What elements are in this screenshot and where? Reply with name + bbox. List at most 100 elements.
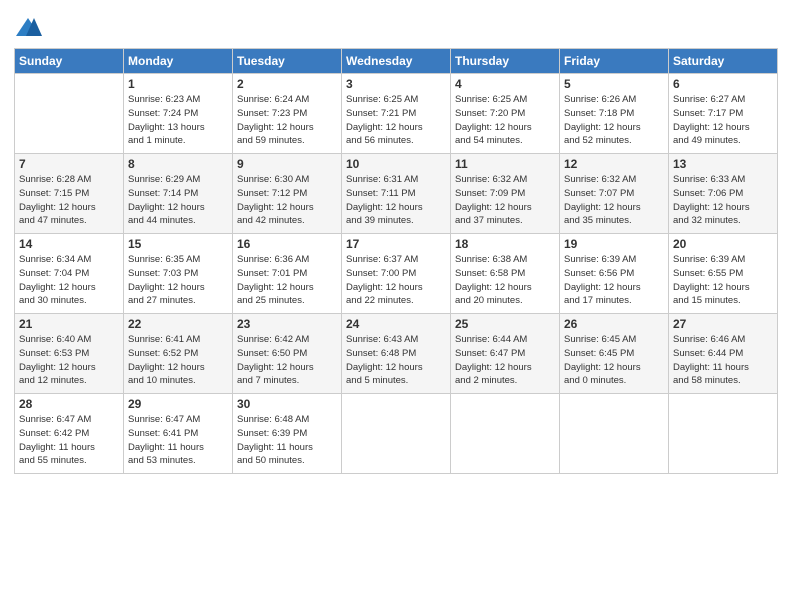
day-number: 27 [673,317,773,331]
day-info: Sunrise: 6:26 AM Sunset: 7:18 PM Dayligh… [564,93,664,148]
calendar-cell: 19 Sunrise: 6:39 AM Sunset: 6:56 PM Dayli… [560,234,669,314]
col-header-thursday: Thursday [451,49,560,74]
day-number: 20 [673,237,773,251]
day-number: 7 [19,157,119,171]
day-number: 28 [19,397,119,411]
day-number: 10 [346,157,446,171]
calendar-cell: 25Sunrise: 6:44 AM Sunset: 6:47 PM Dayli… [451,314,560,394]
week-row-4: 21 Sunrise: 6:40 AM Sunset: 6:53 PM Dayli… [15,314,778,394]
calendar-cell: 26 Sunrise: 6:45 AM Sunset: 6:45 PM Dayli… [560,314,669,394]
day-info: Sunrise: 6:46 AM Sunset: 6:44 PM Dayligh… [673,333,773,388]
col-header-wednesday: Wednesday [342,49,451,74]
week-row-1: 1 Sunrise: 6:23 AM Sunset: 7:24 PM Daylig… [15,74,778,154]
day-number: 23 [237,317,337,331]
day-info: Sunrise: 6:29 AM Sunset: 7:14 PM Dayligh… [128,173,228,228]
calendar-cell [451,394,560,474]
col-header-friday: Friday [560,49,669,74]
calendar-cell: 20Sunrise: 6:39 AM Sunset: 6:55 PM Dayli… [669,234,778,314]
logo-icon [14,14,42,42]
day-number: 8 [128,157,228,171]
col-header-sunday: Sunday [15,49,124,74]
day-info: Sunrise: 6:40 AM Sunset: 6:53 PM Dayligh… [19,333,119,388]
day-info: Sunrise: 6:23 AM Sunset: 7:24 PM Dayligh… [128,93,228,148]
day-number: 2 [237,77,337,91]
day-number: 21 [19,317,119,331]
day-number: 17 [346,237,446,251]
calendar-cell: 14 Sunrise: 6:34 AM Sunset: 7:04 PM Dayli… [15,234,124,314]
day-info: Sunrise: 6:36 AM Sunset: 7:01 PM Dayligh… [237,253,337,308]
day-info: Sunrise: 6:24 AM Sunset: 7:23 PM Dayligh… [237,93,337,148]
calendar-cell: 1 Sunrise: 6:23 AM Sunset: 7:24 PM Daylig… [124,74,233,154]
day-info: Sunrise: 6:35 AM Sunset: 7:03 PM Dayligh… [128,253,228,308]
day-number: 30 [237,397,337,411]
day-number: 3 [346,77,446,91]
calendar-cell: 28 Sunrise: 6:47 AM Sunset: 6:42 PM Dayli… [15,394,124,474]
calendar-cell: 13 Sunrise: 6:33 AM Sunset: 7:06 PM Dayli… [669,154,778,234]
calendar-cell: 29Sunrise: 6:47 AM Sunset: 6:41 PM Dayli… [124,394,233,474]
day-number: 13 [673,157,773,171]
day-number: 5 [564,77,664,91]
header [14,10,778,42]
day-info: Sunrise: 6:47 AM Sunset: 6:42 PM Dayligh… [19,413,119,468]
logo [14,14,46,42]
calendar-table: SundayMondayTuesdayWednesdayThursdayFrid… [14,48,778,474]
calendar-cell: 18 Sunrise: 6:38 AM Sunset: 6:58 PM Dayli… [451,234,560,314]
day-number: 16 [237,237,337,251]
day-info: Sunrise: 6:48 AM Sunset: 6:39 PM Dayligh… [237,413,337,468]
calendar-cell: 2 Sunrise: 6:24 AM Sunset: 7:23 PM Daylig… [233,74,342,154]
calendar-cell [15,74,124,154]
day-number: 1 [128,77,228,91]
day-number: 12 [564,157,664,171]
day-info: Sunrise: 6:42 AM Sunset: 6:50 PM Dayligh… [237,333,337,388]
calendar-cell: 8 Sunrise: 6:29 AM Sunset: 7:14 PM Daylig… [124,154,233,234]
day-number: 24 [346,317,446,331]
day-info: Sunrise: 6:32 AM Sunset: 7:09 PM Dayligh… [455,173,555,228]
day-number: 29 [128,397,228,411]
day-info: Sunrise: 6:33 AM Sunset: 7:06 PM Dayligh… [673,173,773,228]
day-info: Sunrise: 6:45 AM Sunset: 6:45 PM Dayligh… [564,333,664,388]
day-number: 15 [128,237,228,251]
calendar-cell: 22Sunrise: 6:41 AM Sunset: 6:52 PM Dayli… [124,314,233,394]
day-number: 6 [673,77,773,91]
day-info: Sunrise: 6:27 AM Sunset: 7:17 PM Dayligh… [673,93,773,148]
col-header-saturday: Saturday [669,49,778,74]
day-number: 18 [455,237,555,251]
day-number: 11 [455,157,555,171]
day-number: 26 [564,317,664,331]
header-row: SundayMondayTuesdayWednesdayThursdayFrid… [15,49,778,74]
day-info: Sunrise: 6:39 AM Sunset: 6:56 PM Dayligh… [564,253,664,308]
calendar-cell [342,394,451,474]
day-info: Sunrise: 6:32 AM Sunset: 7:07 PM Dayligh… [564,173,664,228]
calendar-cell: 4 Sunrise: 6:25 AM Sunset: 7:20 PM Daylig… [451,74,560,154]
calendar-cell: 3Sunrise: 6:25 AM Sunset: 7:21 PM Daylig… [342,74,451,154]
day-number: 19 [564,237,664,251]
page-container: SundayMondayTuesdayWednesdayThursdayFrid… [0,0,792,482]
day-info: Sunrise: 6:25 AM Sunset: 7:20 PM Dayligh… [455,93,555,148]
calendar-cell: 7 Sunrise: 6:28 AM Sunset: 7:15 PM Daylig… [15,154,124,234]
calendar-cell: 15 Sunrise: 6:35 AM Sunset: 7:03 PM Dayli… [124,234,233,314]
col-header-tuesday: Tuesday [233,49,342,74]
day-info: Sunrise: 6:38 AM Sunset: 6:58 PM Dayligh… [455,253,555,308]
calendar-cell [669,394,778,474]
calendar-cell: 10 Sunrise: 6:31 AM Sunset: 7:11 PM Dayli… [342,154,451,234]
calendar-cell: 24 Sunrise: 6:43 AM Sunset: 6:48 PM Dayli… [342,314,451,394]
day-info: Sunrise: 6:28 AM Sunset: 7:15 PM Dayligh… [19,173,119,228]
day-number: 4 [455,77,555,91]
day-info: Sunrise: 6:43 AM Sunset: 6:48 PM Dayligh… [346,333,446,388]
week-row-2: 7 Sunrise: 6:28 AM Sunset: 7:15 PM Daylig… [15,154,778,234]
calendar-cell: 12 Sunrise: 6:32 AM Sunset: 7:07 PM Dayli… [560,154,669,234]
calendar-cell: 9 Sunrise: 6:30 AM Sunset: 7:12 PM Daylig… [233,154,342,234]
day-info: Sunrise: 6:41 AM Sunset: 6:52 PM Dayligh… [128,333,228,388]
calendar-cell: 17Sunrise: 6:37 AM Sunset: 7:00 PM Dayli… [342,234,451,314]
calendar-cell: 30 Sunrise: 6:48 AM Sunset: 6:39 PM Dayli… [233,394,342,474]
col-header-monday: Monday [124,49,233,74]
day-info: Sunrise: 6:34 AM Sunset: 7:04 PM Dayligh… [19,253,119,308]
day-number: 9 [237,157,337,171]
calendar-cell: 27 Sunrise: 6:46 AM Sunset: 6:44 PM Dayli… [669,314,778,394]
calendar-cell: 23 Sunrise: 6:42 AM Sunset: 6:50 PM Dayli… [233,314,342,394]
day-info: Sunrise: 6:31 AM Sunset: 7:11 PM Dayligh… [346,173,446,228]
day-number: 14 [19,237,119,251]
day-info: Sunrise: 6:30 AM Sunset: 7:12 PM Dayligh… [237,173,337,228]
week-row-5: 28 Sunrise: 6:47 AM Sunset: 6:42 PM Dayli… [15,394,778,474]
day-number: 25 [455,317,555,331]
